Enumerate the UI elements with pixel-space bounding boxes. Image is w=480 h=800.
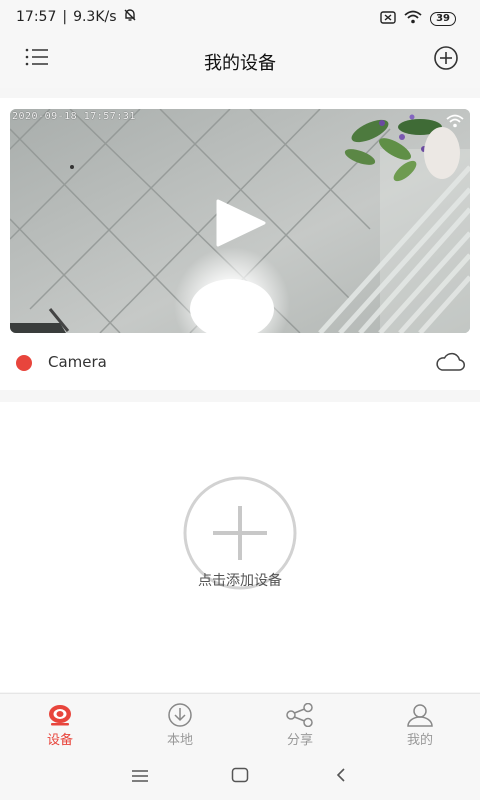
status-divider: | xyxy=(62,9,68,25)
video-timestamp: 2020-09-18 17:57:31 xyxy=(12,111,136,122)
sim-off-icon xyxy=(380,9,396,28)
cloud-icon xyxy=(436,352,465,371)
share-icon xyxy=(286,703,313,727)
user-profile-icon xyxy=(407,704,433,727)
status-time: 17:57 xyxy=(16,9,57,25)
nav-label-share: 分享 xyxy=(286,733,313,748)
back-button[interactable] xyxy=(335,767,347,787)
nav-item-share[interactable]: 分享 xyxy=(240,694,360,751)
bell-muted-icon xyxy=(123,8,137,26)
home-square-icon xyxy=(231,767,249,783)
nav-label-devices: 设备 xyxy=(46,733,73,748)
add-device-area: 点击添加设备 xyxy=(0,402,480,692)
device-card: 2020-09-18 17:57:31 Camera xyxy=(0,98,480,390)
device-status-indicator xyxy=(16,355,32,371)
recent-apps-button[interactable] xyxy=(131,768,149,787)
play-icon xyxy=(216,199,266,247)
camera-device-icon xyxy=(49,705,71,726)
download-circle-icon xyxy=(168,703,192,727)
cloud-storage-button[interactable] xyxy=(434,351,466,377)
bottom-nav: 设备 本地 分享 我的 xyxy=(0,693,480,751)
system-nav-bar xyxy=(0,751,480,800)
add-device-label[interactable]: 点击添加设备 xyxy=(0,570,480,590)
add-device-top-button[interactable] xyxy=(432,46,460,74)
page-title: 我的设备 xyxy=(204,53,276,74)
nav-item-local[interactable]: 本地 xyxy=(120,694,240,751)
hamburger-icon xyxy=(132,770,148,782)
status-bar: 17:57 | 9.3K/s 39 xyxy=(0,0,480,34)
nav-label-local: 本地 xyxy=(166,733,193,748)
device-info-row[interactable]: Camera xyxy=(0,348,480,378)
app-header: 我的设备 xyxy=(0,34,480,88)
battery-indicator: 39 xyxy=(430,11,456,26)
back-chevron-icon xyxy=(336,768,345,782)
status-left: 17:57 | 9.3K/s xyxy=(16,8,137,26)
nav-label-mine: 我的 xyxy=(406,733,433,748)
nav-item-devices[interactable]: 设备 xyxy=(0,694,120,751)
camera-preview[interactable]: 2020-09-18 17:57:31 xyxy=(10,109,470,333)
device-name: Camera xyxy=(48,353,107,371)
nav-item-mine[interactable]: 我的 xyxy=(360,694,480,751)
status-speed: 9.3K/s xyxy=(73,9,117,25)
home-button[interactable] xyxy=(231,767,249,787)
wifi-signal-icon xyxy=(446,113,464,132)
play-button[interactable] xyxy=(212,199,268,251)
wifi-icon xyxy=(404,9,422,28)
plus-circle-icon xyxy=(433,45,459,75)
status-right: 39 xyxy=(380,9,456,28)
